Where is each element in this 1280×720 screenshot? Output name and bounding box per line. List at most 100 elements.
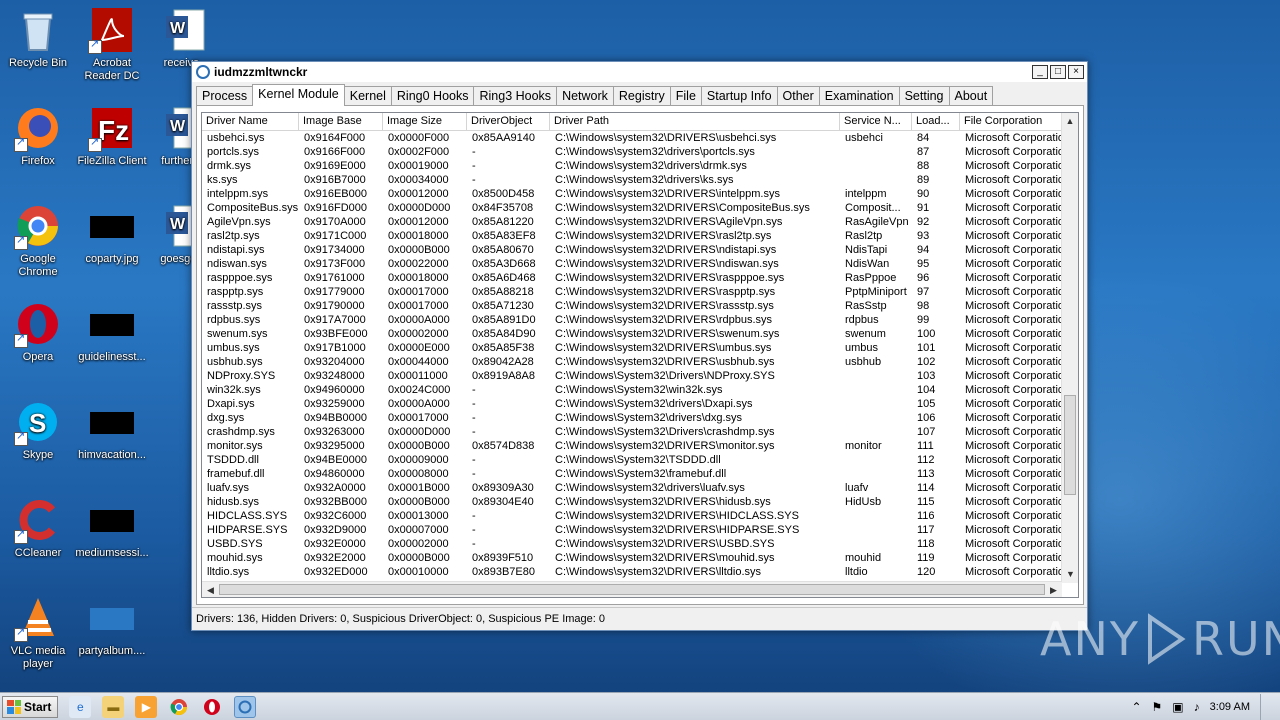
maximize-button[interactable]: □ [1050, 65, 1066, 79]
table-cell: C:\Windows\system32\drivers\ks.sys [555, 174, 734, 186]
table-cell: rassstp.sys [207, 300, 263, 312]
tab-other[interactable]: Other [776, 86, 820, 106]
network-icon[interactable]: ▣ [1172, 700, 1183, 714]
tab-kernel[interactable]: Kernel [343, 86, 392, 106]
minimize-button[interactable]: _ [1032, 65, 1048, 79]
table-row[interactable]: HIDCLASS.SYS 0x932C6000 0x00013000 - C:\Wind… [202, 509, 1072, 523]
chrome-icon[interactable] [168, 696, 190, 718]
column-header[interactable]: Driver Path [550, 113, 840, 131]
running-app-icon[interactable] [234, 695, 257, 718]
column-header[interactable]: Image Base [299, 113, 383, 131]
tray-expand-icon[interactable]: ⌃ [1131, 700, 1141, 714]
action-center-flag-icon[interactable]: ⚑ [1152, 700, 1163, 714]
internet-explorer-icon[interactable]: e [69, 695, 92, 718]
desktop-shortcut[interactable]: mediumsessi... [74, 496, 150, 560]
table-row[interactable]: AgileVpn.sys 0x9170A000 0x00012000 0x85A812… [202, 215, 1072, 229]
table-row[interactable]: monitor.sys 0x93295000 0x0000B000 0x8574D83… [202, 439, 1072, 453]
desktop-shortcut[interactable]: guidelinesst... [74, 300, 150, 364]
desktop-shortcut[interactable]: Recycle Bin [0, 6, 76, 70]
table-cell [840, 369, 912, 383]
opera-icon[interactable] [201, 696, 223, 718]
scroll-right-arrow-icon[interactable]: ▶ [1045, 582, 1062, 597]
column-header[interactable]: Driver Name [202, 113, 299, 131]
table-row[interactable]: win32k.sys 0x94960000 0x0024C000 - C:\Window… [202, 383, 1072, 397]
table-row[interactable]: intelppm.sys 0x916EB000 0x00012000 0x8500D4… [202, 187, 1072, 201]
horizontal-scrollbar[interactable]: ◀ ▶ [202, 581, 1062, 597]
table-cell: C:\Windows\system32\DRIVERS\swenum.sys [555, 328, 780, 340]
table-row[interactable]: ks.sys 0x916B7000 0x00034000 - C:\Windows\sy… [202, 173, 1072, 187]
scroll-down-arrow-icon[interactable]: ▼ [1062, 566, 1078, 583]
media-player-icon[interactable]: ▶ [135, 695, 158, 718]
volume-icon[interactable]: ♪ [1194, 700, 1200, 714]
column-header[interactable]: File Corporation [960, 113, 1072, 131]
table-row[interactable]: CompositeBus.sys 0x916FD000 0x0000D000 0x84… [202, 201, 1072, 215]
column-header[interactable]: Load... [912, 113, 960, 131]
tab-setting[interactable]: Setting [898, 86, 950, 106]
table-row[interactable]: drmk.sys 0x9169E000 0x00019000 - C:\Windows\… [202, 159, 1072, 173]
table-row[interactable]: hidusb.sys 0x932BB000 0x0000B000 0x89304E40… [202, 495, 1072, 509]
table-row[interactable]: umbus.sys 0x917B1000 0x0000E000 0x85A85F38 C… [202, 341, 1072, 355]
desktop-shortcut[interactable]: himvacation... [74, 398, 150, 462]
close-button[interactable]: × [1068, 65, 1084, 79]
table-row[interactable]: dxg.sys 0x94BB0000 0x00017000 - C:\Windows\S… [202, 411, 1072, 425]
table-row[interactable]: raspppoe.sys 0x91761000 0x00018000 0x85A6D4… [202, 271, 1072, 285]
table-row[interactable]: swenum.sys 0x93BFE000 0x00002000 0x85A84D90… [202, 327, 1072, 341]
table-row[interactable]: NDProxy.SYS 0x93248000 0x00011000 0x8919A8A… [202, 369, 1072, 383]
table-row[interactable]: usbehci.sys 0x9164F000 0x0000F000 0x85AA914… [202, 131, 1072, 145]
table-row[interactable]: TSDDD.dll 0x94BE0000 0x00009000 - C:\Windows… [202, 453, 1072, 467]
table-cell: 0x84F35708 [472, 202, 534, 214]
table-row[interactable]: HIDPARSE.SYS 0x932D9000 0x00007000 - C:\Wind… [202, 523, 1072, 537]
column-header[interactable]: Image Size [383, 113, 467, 131]
table-cell: umbus [845, 342, 879, 354]
start-button[interactable]: Start [2, 695, 59, 718]
tab-network[interactable]: Network [556, 86, 614, 106]
scroll-up-arrow-icon[interactable]: ▲ [1062, 113, 1078, 130]
tab-registry[interactable]: Registry [612, 86, 671, 106]
table-row[interactable]: lltdio.sys 0x932ED000 0x00010000 0x893B7E80… [202, 565, 1072, 579]
desktop-shortcut[interactable]: Fz FileZilla Client [74, 104, 150, 168]
desktop-shortcut[interactable]: S Skype [0, 398, 76, 462]
desktop-shortcut[interactable]: Acrobat Reader DC [74, 6, 150, 83]
table-row[interactable]: mouhid.sys 0x932E2000 0x0000B000 0x8939F510… [202, 551, 1072, 565]
tab-about[interactable]: About [948, 86, 994, 106]
desktop-shortcut[interactable]: partyalbum.... [74, 594, 150, 658]
table-row[interactable]: rasl2tp.sys 0x9171C000 0x00018000 0x85A83EF… [202, 229, 1072, 243]
table-row[interactable]: rassstp.sys 0x91790000 0x00017000 0x85A7123… [202, 299, 1072, 313]
desktop-shortcut[interactable]: VLC media player [0, 594, 76, 671]
scroll-left-arrow-icon[interactable]: ◀ [202, 582, 219, 597]
tab-startup-info[interactable]: Startup Info [700, 86, 778, 106]
table-row[interactable]: rdpbus.sys 0x917A7000 0x0000A000 0x85A891D0… [202, 313, 1072, 327]
table-cell: 0x85A3D668 [472, 258, 536, 270]
desktop-shortcut[interactable]: Firefox [0, 104, 76, 168]
table-row[interactable]: ndistapi.sys 0x91734000 0x0000B000 0x85A806… [202, 243, 1072, 257]
table-row[interactable]: portcls.sys 0x9166F000 0x0002F000 - C:\Windo… [202, 145, 1072, 159]
table-row[interactable]: raspptp.sys 0x91779000 0x00017000 0x85A8821… [202, 285, 1072, 299]
column-header[interactable]: DriverObject [467, 113, 550, 131]
desktop-shortcut[interactable]: Google Chrome [0, 202, 76, 279]
title-bar[interactable]: iudmzzmltwnckr _ □ × [192, 62, 1087, 82]
table-row[interactable]: usbhub.sys 0x93204000 0x00044000 0x89042A28… [202, 355, 1072, 369]
table-row[interactable]: crashdmp.sys 0x93263000 0x0000D000 - C:\Wind… [202, 425, 1072, 439]
column-header[interactable]: Service N... [840, 113, 912, 131]
tab-file[interactable]: File [669, 86, 702, 106]
desktop-shortcut[interactable]: CCleaner [0, 496, 76, 560]
tab-process[interactable]: Process [196, 86, 254, 106]
horizontal-scroll-thumb[interactable] [219, 584, 1045, 595]
desktop-shortcut[interactable]: Opera [0, 300, 76, 364]
table-row[interactable]: luafv.sys 0x932A0000 0x0001B000 0x89309A30 C… [202, 481, 1072, 495]
windows-logo-icon [7, 699, 21, 714]
desktop-shortcut[interactable]: coparty.jpg [74, 202, 150, 266]
table-row[interactable]: ndiswan.sys 0x9173F000 0x00022000 0x85A3D66… [202, 257, 1072, 271]
tab-ring3-hooks[interactable]: Ring3 Hooks [473, 86, 558, 106]
tab-examination[interactable]: Examination [818, 86, 900, 106]
clock-time[interactable]: 3:09 AM [1210, 701, 1250, 713]
tab-ring0-hooks[interactable]: Ring0 Hooks [390, 86, 475, 106]
tab-kernel-module[interactable]: Kernel Module [252, 84, 345, 106]
table-row[interactable]: framebuf.dll 0x94860000 0x00008000 - C:\Wind… [202, 467, 1072, 481]
folder-icon[interactable]: ▬ [102, 695, 125, 718]
table-row[interactable]: USBD.SYS 0x932E0000 0x00002000 - C:\Windows\… [202, 537, 1072, 551]
show-desktop-button[interactable] [1260, 693, 1274, 720]
vertical-scrollbar[interactable]: ▲ ▼ [1061, 113, 1078, 583]
table-row[interactable]: Dxapi.sys 0x93259000 0x0000A000 - C:\Windows… [202, 397, 1072, 411]
vertical-scroll-thumb[interactable] [1064, 395, 1076, 495]
